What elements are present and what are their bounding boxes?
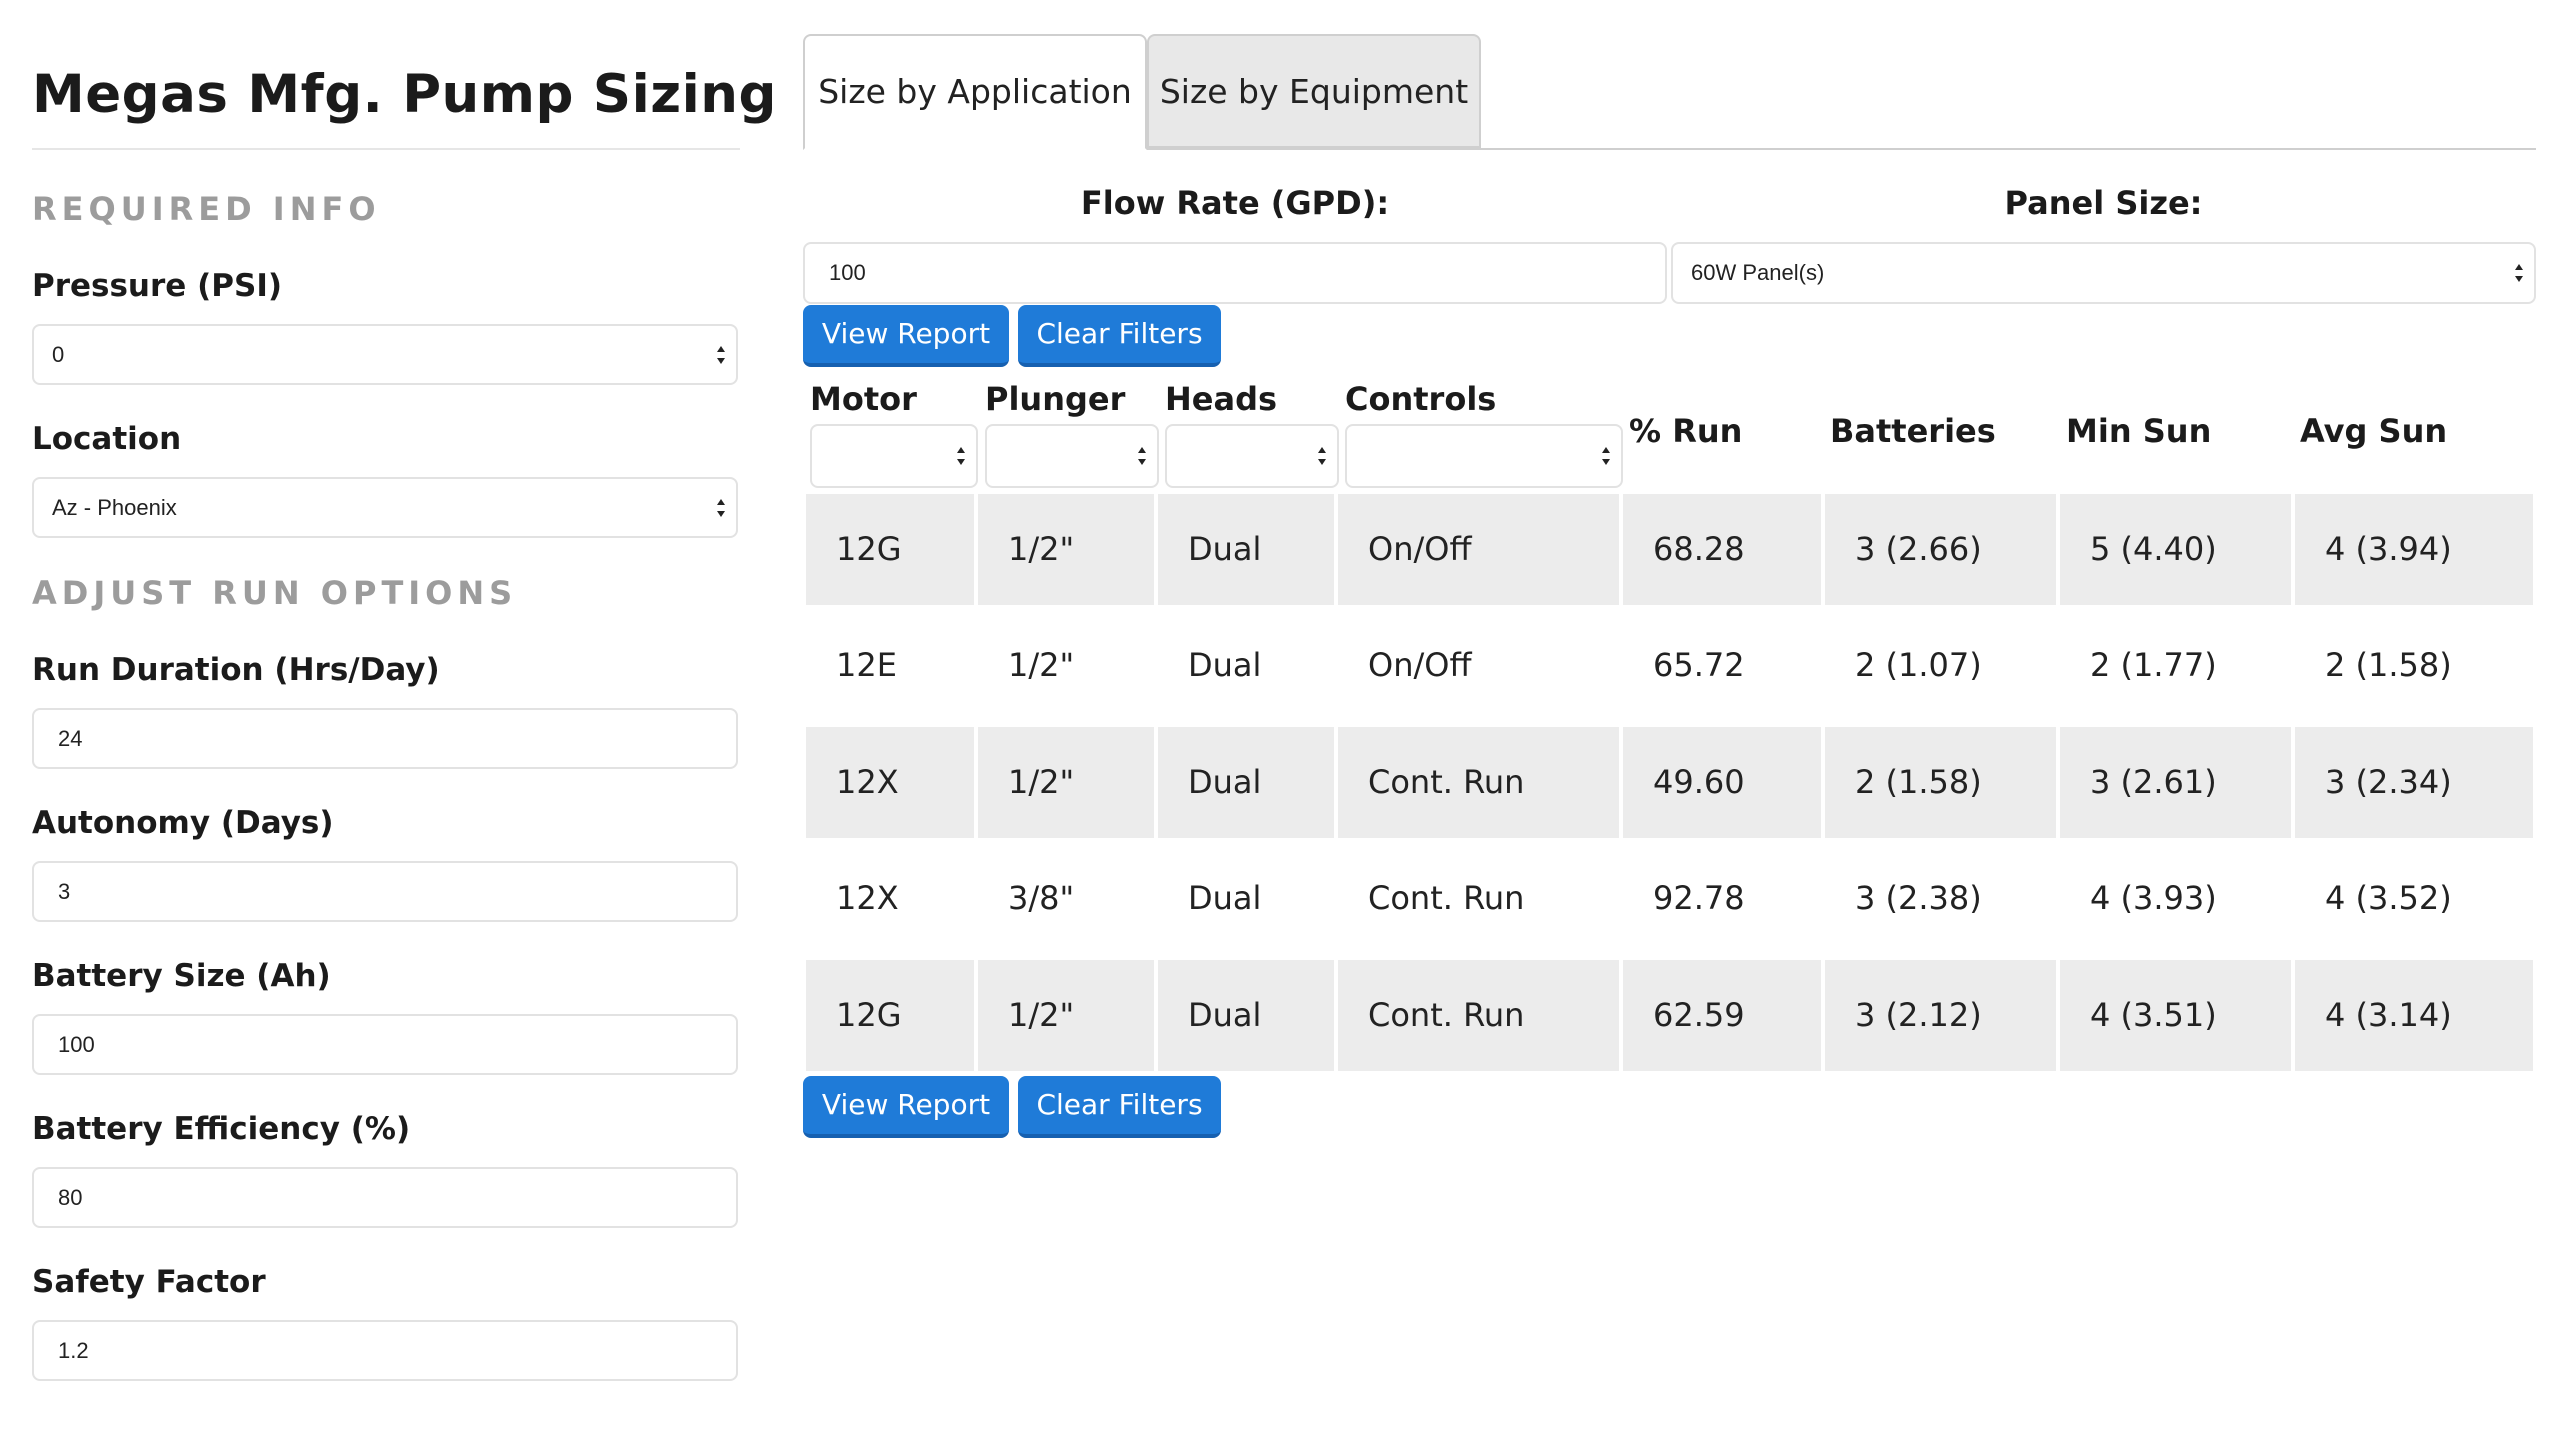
table-cell-avg-sun: 3 (2.34) (2295, 726, 2533, 838)
location-value: Az - Phoenix (52, 495, 177, 520)
table-cell-controls: On/Off (1368, 646, 1472, 685)
select-arrows-icon (716, 344, 726, 366)
run-duration-input[interactable]: 24 (32, 708, 738, 769)
table-cell-plunger: 1/2" (978, 959, 1154, 1071)
table-cell-batteries: 3 (2.12) (1825, 959, 2056, 1071)
battery-size-input[interactable]: 100 (32, 1014, 738, 1075)
pressure-value: 0 (52, 342, 65, 367)
panel-size-label: Panel Size: (2004, 184, 2203, 222)
table-cell-percent-run: 62.59 (1623, 959, 1821, 1071)
page: Megas Mfg. Pump Sizing REQUIRED INFO Pre… (0, 0, 2560, 1438)
title-divider (32, 148, 740, 150)
table-cell-avg-sun: 4 (3.14) (2295, 959, 2533, 1071)
table-cell-heads: Dual (1188, 879, 1262, 918)
pressure-label: Pressure (PSI) (32, 268, 283, 304)
view-report-button-bottom[interactable]: View Report (803, 1076, 1009, 1138)
flow-rate-label: Flow Rate (GPD): (1080, 184, 1390, 222)
battery-efficiency-label: Battery Efficiency (%) (32, 1111, 411, 1147)
select-arrows-icon (1601, 445, 1611, 467)
table-cell-percent-run: 65.72 (1653, 646, 1745, 685)
table-cell-motor: 12G (806, 494, 974, 605)
table-cell-min-sun: 4 (3.93) (2090, 879, 2217, 918)
heads-filter-select[interactable] (1165, 424, 1339, 488)
plunger-filter-select[interactable] (985, 424, 1159, 488)
col-header-heads: Heads (1165, 380, 1278, 418)
table-cell-heads: Dual (1158, 726, 1334, 838)
table-cell-plunger: 1/2" (978, 494, 1154, 605)
safety-factor-input[interactable]: 1.2 (32, 1320, 738, 1381)
table-cell-controls: Cont. Run (1338, 726, 1619, 838)
table-cell-batteries: 2 (1.07) (1855, 646, 1982, 685)
select-arrows-icon (1317, 445, 1327, 467)
table-cell-batteries: 3 (2.38) (1855, 879, 1982, 918)
clear-filters-button-bottom[interactable]: Clear Filters (1018, 1076, 1221, 1138)
table-cell-batteries: 2 (1.58) (1825, 726, 2056, 838)
table-cell-motor: 12X (806, 726, 974, 838)
select-arrows-icon (716, 497, 726, 519)
main-panel: Size by Application Size by Equipment Fl… (803, 0, 2536, 1438)
col-header-percent-run: % Run (1629, 412, 1743, 450)
required-info-heading: REQUIRED INFO (32, 190, 381, 228)
view-report-button[interactable]: View Report (803, 305, 1009, 367)
panel-size-value: 60W Panel(s) (1691, 260, 1825, 285)
col-header-batteries: Batteries (1830, 412, 1996, 450)
table-cell-motor: 12G (806, 959, 974, 1071)
table-cell-controls: Cont. Run (1338, 959, 1619, 1071)
flow-rate-value: 100 (829, 260, 866, 285)
safety-factor-label: Safety Factor (32, 1264, 266, 1300)
col-header-motor: Motor (810, 380, 917, 418)
table-cell-percent-run: 92.78 (1653, 879, 1745, 918)
select-arrows-icon (2514, 262, 2524, 284)
autonomy-input[interactable]: 3 (32, 861, 738, 922)
col-header-avg-sun: Avg Sun (2300, 412, 2448, 450)
table-cell-heads: Dual (1158, 494, 1334, 605)
location-select[interactable]: Az - Phoenix (32, 477, 738, 538)
table-cell-min-sun: 5 (4.40) (2060, 494, 2291, 605)
col-header-min-sun: Min Sun (2066, 412, 2212, 450)
controls-filter-select[interactable] (1345, 424, 1623, 488)
autonomy-label: Autonomy (Days) (32, 805, 334, 841)
flow-rate-input[interactable]: 100 (803, 242, 1667, 304)
battery-efficiency-input[interactable]: 80 (32, 1167, 738, 1228)
location-label: Location (32, 421, 182, 457)
battery-size-label: Battery Size (Ah) (32, 958, 331, 994)
select-arrows-icon (956, 445, 966, 467)
app-title: Megas Mfg. Pump Sizing (32, 64, 777, 125)
motor-filter-select[interactable] (810, 424, 978, 488)
table-cell-motor: 12X (836, 879, 899, 918)
table-cell-min-sun: 3 (2.61) (2060, 726, 2291, 838)
table-cell-batteries: 3 (2.66) (1825, 494, 2056, 605)
col-header-controls: Controls (1345, 380, 1497, 418)
table-cell-plunger: 1/2" (978, 726, 1154, 838)
adjust-run-options-heading: ADJUST RUN OPTIONS (32, 574, 518, 612)
table-cell-avg-sun: 4 (3.94) (2295, 494, 2533, 605)
table-cell-controls: Cont. Run (1368, 879, 1525, 918)
table-cell-controls: On/Off (1338, 494, 1619, 605)
table-cell-avg-sun: 4 (3.52) (2325, 879, 2452, 918)
table-cell-percent-run: 68.28 (1623, 494, 1821, 605)
clear-filters-button[interactable]: Clear Filters (1018, 305, 1221, 367)
tab-size-by-equipment[interactable]: Size by Equipment (1147, 34, 1481, 148)
table-cell-min-sun: 2 (1.77) (2090, 646, 2217, 685)
table-cell-heads: Dual (1188, 646, 1262, 685)
col-header-plunger: Plunger (985, 380, 1126, 418)
table-cell-min-sun: 4 (3.51) (2060, 959, 2291, 1071)
tab-size-by-application[interactable]: Size by Application (803, 34, 1147, 150)
table-cell-plunger: 1/2" (1008, 646, 1075, 685)
table-cell-percent-run: 49.60 (1623, 726, 1821, 838)
table-cell-plunger: 3/8" (1008, 879, 1075, 918)
panel-size-select[interactable]: 60W Panel(s) (1671, 242, 2536, 304)
pressure-select[interactable]: 0 (32, 324, 738, 385)
run-duration-label: Run Duration (Hrs/Day) (32, 652, 440, 688)
table-cell-heads: Dual (1158, 959, 1334, 1071)
select-arrows-icon (1137, 445, 1147, 467)
table-cell-motor: 12E (836, 646, 897, 685)
table-cell-avg-sun: 2 (1.58) (2325, 646, 2452, 685)
